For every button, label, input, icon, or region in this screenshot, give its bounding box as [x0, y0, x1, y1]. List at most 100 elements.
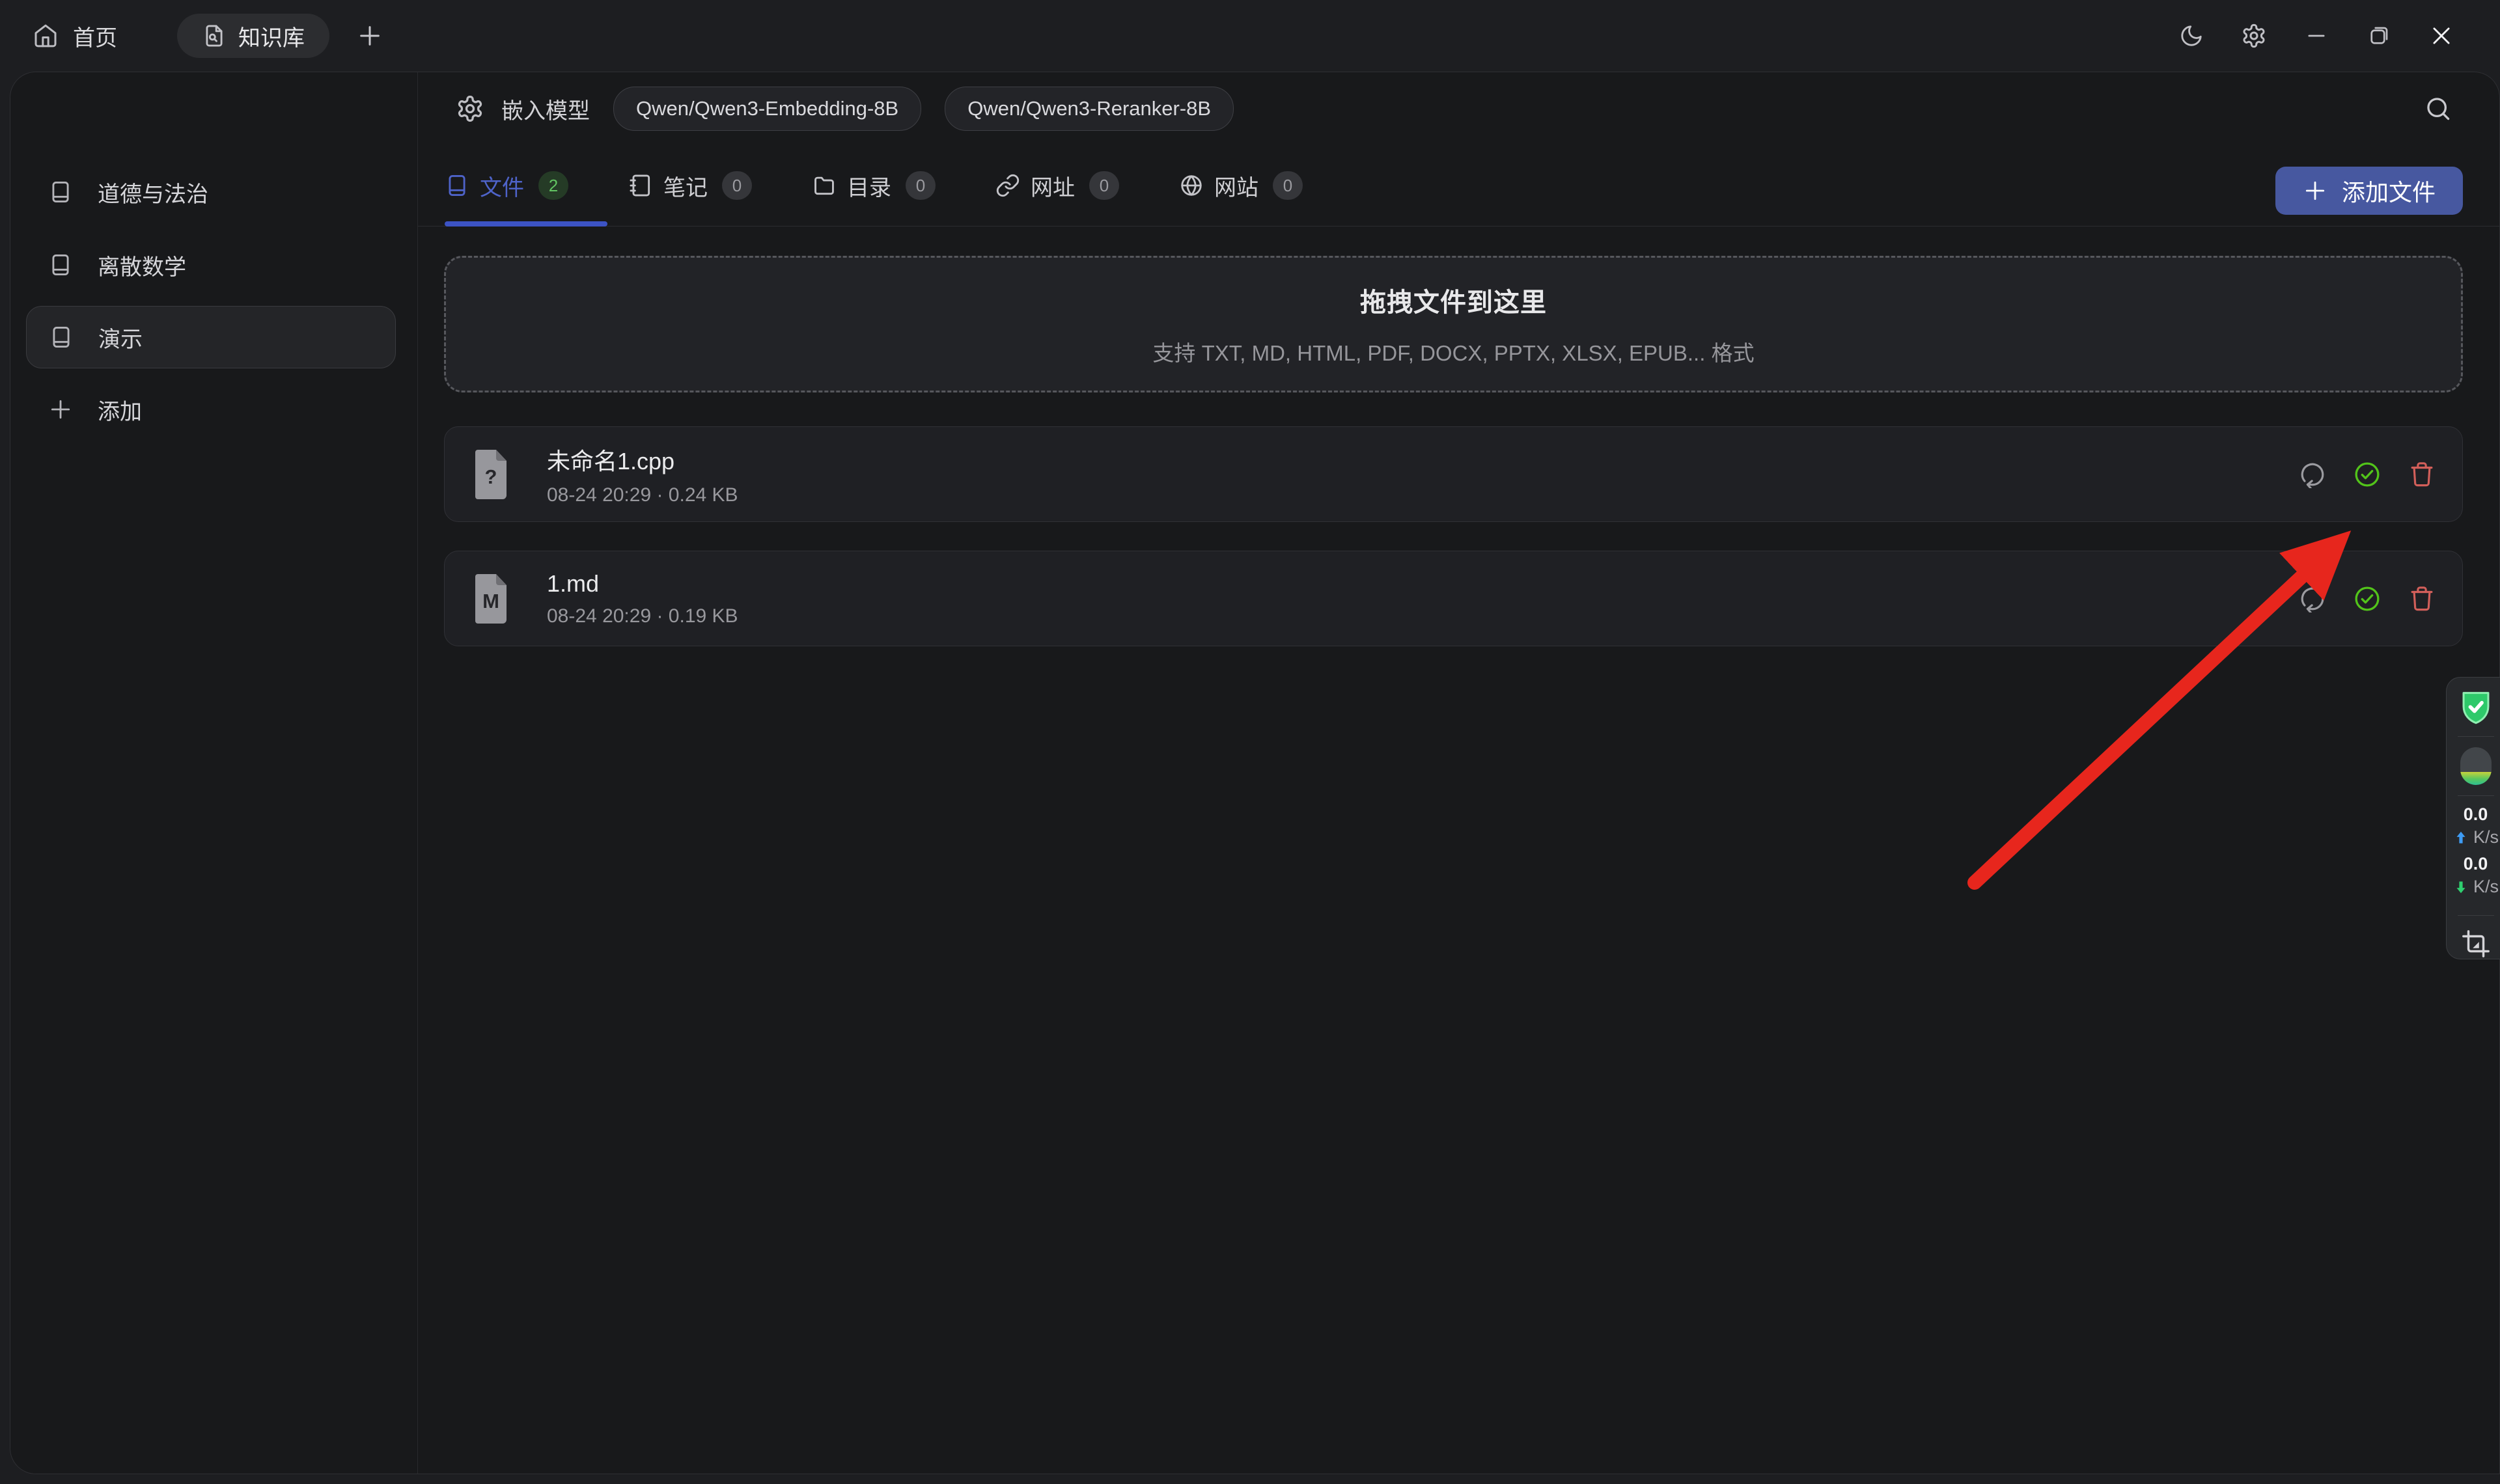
home-icon [33, 23, 59, 49]
kb-settings-gear-icon[interactable] [456, 94, 484, 123]
minimize-button[interactable] [2285, 0, 2348, 72]
tab-url-count-badge: 0 [1089, 171, 1119, 200]
arrow-down-icon [2452, 879, 2469, 896]
sidebar-item-kb-1[interactable]: 道德与法治 [26, 161, 396, 223]
sidebar-add-label: 添加 [98, 394, 142, 426]
nav-home[interactable]: 首页 [33, 20, 117, 52]
book-icon [48, 253, 73, 277]
download-speed-value: 0.0 [2464, 855, 2488, 873]
tab-knowledge-base-label: 知识库 [238, 20, 305, 52]
add-file-button-label: 添加文件 [2342, 174, 2436, 208]
upload-speed-value: 0.0 [2464, 806, 2488, 823]
nav-home-label: 首页 [73, 20, 117, 52]
sidebar-item-label: 道德与法治 [98, 176, 208, 208]
sidebar-add-button[interactable]: 添加 [26, 378, 396, 441]
file-info: 08-24 20:29 · 0.24 KB [547, 484, 738, 506]
sidebar-item-kb-2[interactable]: 离散数学 [26, 234, 396, 296]
theme-toggle-button[interactable] [2160, 0, 2223, 72]
tab-files-count-badge: 2 [538, 171, 568, 200]
add-file-button[interactable]: 添加文件 [2275, 167, 2463, 215]
app-panel: 道德与法治 离散数学 演示 添加 嵌入模型 Qwen/Qwen3-Embeddi… [10, 72, 2500, 1474]
status-check-icon [2353, 460, 2382, 489]
file-name: 未命名1.cpp [547, 443, 738, 476]
reranker-model-pill: Qwen/Qwen3-Reranker-8B [945, 87, 1234, 131]
file-m-icon: M [474, 573, 516, 625]
tab-url-label: 网址 [1031, 170, 1075, 202]
titlebar: 首页 知识库 [0, 0, 2500, 72]
link-icon [995, 173, 1020, 198]
embedding-model-pill: Qwen/Qwen3-Embedding-8B [613, 87, 921, 131]
file-info: 08-24 20:29 · 0.19 KB [547, 605, 738, 627]
minimize-icon [2304, 23, 2329, 48]
tab-knowledge-base[interactable]: 知识库 [177, 14, 329, 58]
active-tab-underline [445, 221, 607, 227]
kb-settings-header: 嵌入模型 Qwen/Qwen3-Embedding-8B Qwen/Qwen3-… [418, 72, 2499, 145]
battery-capsule [2460, 747, 2492, 785]
status-check-icon [2353, 584, 2382, 613]
tab-website-label: 网站 [1214, 170, 1258, 202]
tab-directory-count-badge: 0 [906, 171, 936, 200]
download-speed-unit: K/s [2473, 878, 2499, 896]
widget-divider [2458, 736, 2494, 737]
file-question-icon: ? [474, 448, 516, 501]
tab-directory[interactable]: 目录 0 [812, 170, 936, 202]
globe-icon [1179, 173, 1204, 198]
crop-screenshot-icon[interactable] [2461, 929, 2491, 959]
dropzone-subtitle: 支持 TXT, MD, HTML, PDF, DOCX, PPTX, XLSX,… [1152, 336, 1754, 367]
tab-url[interactable]: 网址 0 [995, 170, 1119, 202]
refresh-file-button[interactable] [2298, 460, 2327, 489]
restore-icon [2367, 24, 2391, 48]
tab-notes-count-badge: 0 [722, 171, 752, 200]
plus-icon [48, 397, 73, 422]
file-row-cpp[interactable]: ? 未命名1.cpp 08-24 20:29 · 0.24 KB [444, 426, 2463, 522]
book-icon [48, 180, 73, 204]
maximize-restore-button[interactable] [2348, 0, 2410, 72]
main-content: 嵌入模型 Qwen/Qwen3-Embedding-8B Qwen/Qwen3-… [418, 72, 2499, 1474]
upload-speed-unit: K/s [2473, 829, 2499, 846]
folder-icon [812, 173, 837, 198]
delete-file-button[interactable] [2408, 584, 2436, 613]
close-icon [2429, 23, 2454, 48]
knowledge-base-sidebar: 道德与法治 离散数学 演示 添加 [10, 72, 418, 1474]
search-button[interactable] [2424, 94, 2452, 123]
embedding-model-label: 嵌入模型 [501, 93, 590, 125]
tabs-bar: 文件 2 笔记 0 目录 0 网址 [418, 145, 2499, 227]
sidebar-item-label: 离散数学 [98, 249, 186, 281]
delete-file-button[interactable] [2408, 460, 2436, 489]
file-icon-letter: ? [474, 465, 508, 489]
sidebar-item-kb-3-selected[interactable]: 演示 [26, 306, 396, 368]
tab-files-label: 文件 [480, 170, 524, 202]
book-icon [445, 173, 469, 198]
moon-icon [2179, 23, 2204, 48]
file-row-md[interactable]: M 1.md 08-24 20:29 · 0.19 KB [444, 551, 2463, 646]
plus-icon [357, 23, 383, 49]
floating-monitor-widget[interactable]: 0.0 K/s 0.0 K/s [2446, 677, 2500, 959]
notebook-icon [628, 173, 653, 198]
file-name: 1.md [547, 570, 738, 598]
dropzone-title: 拖拽文件到这里 [1360, 281, 1547, 319]
file-search-icon [202, 23, 227, 48]
plus-icon [2303, 178, 2327, 203]
widget-divider [2458, 915, 2494, 916]
book-icon [49, 325, 74, 350]
tab-website[interactable]: 网站 0 [1179, 170, 1303, 202]
tab-website-count-badge: 0 [1273, 171, 1303, 200]
sidebar-item-label: 演示 [98, 322, 143, 353]
upload-speed: 0.0 K/s [2452, 806, 2499, 855]
arrow-up-icon [2452, 829, 2469, 846]
widget-divider [2458, 795, 2494, 796]
gear-icon [2241, 23, 2267, 49]
tab-notes[interactable]: 笔记 0 [628, 170, 752, 202]
tab-notes-label: 笔记 [663, 170, 708, 202]
download-speed: 0.0 K/s [2452, 855, 2499, 905]
new-tab-button[interactable] [357, 23, 383, 49]
app-window: 首页 知识库 道德与法治 [0, 0, 2500, 1484]
file-icon-letter: M [474, 590, 508, 613]
tab-files[interactable]: 文件 2 [445, 170, 568, 202]
close-button[interactable] [2410, 0, 2473, 72]
shield-check-icon [2459, 689, 2493, 726]
file-dropzone[interactable]: 拖拽文件到这里 支持 TXT, MD, HTML, PDF, DOCX, PPT… [444, 256, 2463, 392]
refresh-file-button[interactable] [2298, 584, 2327, 613]
settings-button[interactable] [2223, 0, 2285, 72]
tab-directory-label: 目录 [847, 170, 891, 202]
